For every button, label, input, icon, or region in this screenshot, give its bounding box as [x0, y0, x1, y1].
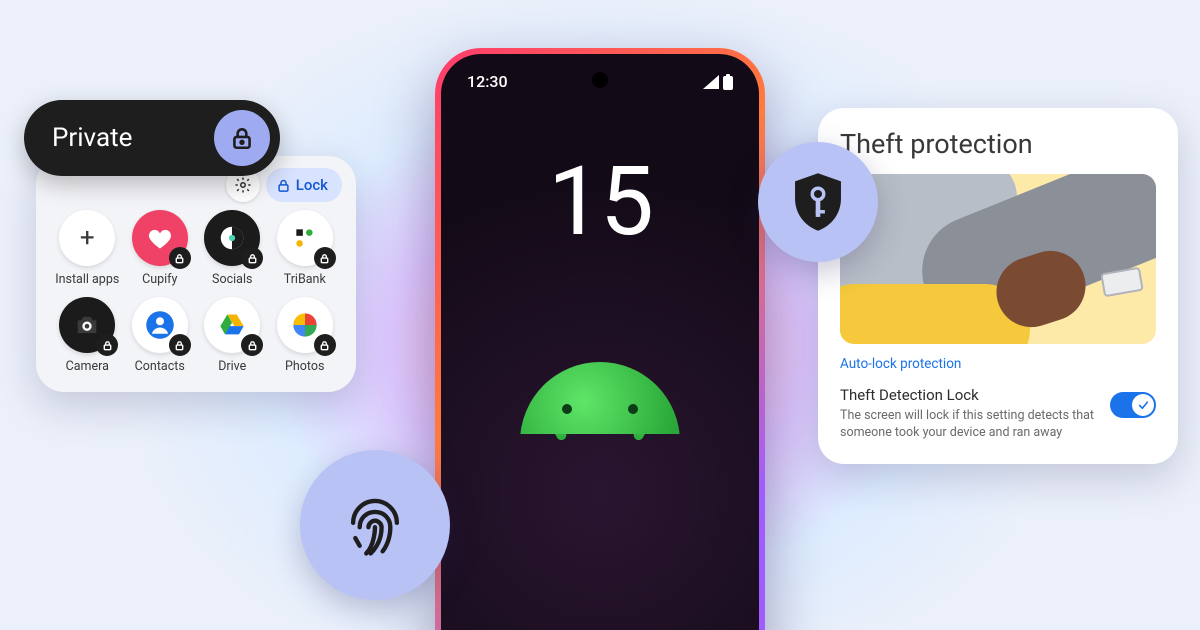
app-label: Drive — [199, 359, 266, 374]
shield-key-icon — [790, 171, 846, 233]
shield-bubble — [758, 142, 878, 262]
app-label: TriBank — [272, 272, 339, 287]
app-install-apps[interactable]: + Install apps — [54, 210, 121, 287]
private-pill[interactable]: Private — [24, 100, 280, 176]
private-pill-label: Private — [52, 123, 132, 153]
status-clock: 12:30 — [467, 72, 508, 91]
private-badge-icon — [241, 247, 263, 269]
app-label: Install apps — [54, 272, 121, 287]
app-photos[interactable]: Photos — [272, 297, 339, 374]
check-icon — [1137, 399, 1150, 412]
private-badge-icon — [241, 334, 263, 356]
tdl-toggle[interactable] — [1110, 392, 1156, 418]
private-badge-icon — [169, 247, 191, 269]
app-label: Camera — [54, 359, 121, 374]
fingerprint-icon — [340, 490, 410, 560]
gear-icon — [234, 176, 252, 194]
app-camera[interactable]: Camera — [54, 297, 121, 374]
android-version-number: 15 — [441, 146, 759, 258]
private-badge-icon — [96, 334, 118, 356]
app-label: Contacts — [127, 359, 194, 374]
app-cupify[interactable]: Cupify — [127, 210, 194, 287]
status-bar: 12:30 — [441, 72, 759, 91]
phone-frame: 12:30 15 — [435, 48, 765, 630]
lock-icon — [276, 178, 291, 193]
private-badge-icon — [314, 247, 336, 269]
lock-icon — [229, 125, 255, 151]
theft-protection-card: Theft protection Auto-lock protection Th… — [818, 108, 1178, 464]
app-socials[interactable]: Socials — [199, 210, 266, 287]
private-lock-chip[interactable]: Lock — [266, 168, 342, 202]
plus-icon: + — [59, 210, 115, 266]
private-badge-icon — [169, 334, 191, 356]
fingerprint-bubble — [300, 450, 450, 600]
tdl-title: Theft Detection Lock — [840, 386, 1096, 404]
app-tribank[interactable]: TriBank — [272, 210, 339, 287]
app-label: Socials — [199, 272, 266, 287]
app-label: Photos — [272, 359, 339, 374]
app-drive[interactable]: Drive — [199, 297, 266, 374]
tdl-description: The screen will lock if this setting det… — [840, 408, 1096, 442]
theft-card-title: Theft protection — [840, 128, 1156, 160]
theft-detection-lock-row: Theft Detection Lock The screen will loc… — [840, 386, 1156, 442]
app-contacts[interactable]: Contacts — [127, 297, 194, 374]
auto-lock-protection-link[interactable]: Auto-lock protection — [840, 356, 1156, 372]
private-app-grid: + Install apps Cupify — [54, 210, 338, 374]
android-robot-head-icon — [520, 422, 680, 522]
private-badge-icon — [314, 334, 336, 356]
private-space-card: Lock + Install apps Cupify — [36, 156, 356, 392]
app-label: Cupify — [127, 272, 194, 287]
battery-icon — [723, 74, 733, 90]
toggle-knob — [1132, 394, 1154, 416]
private-pill-lock-badge — [214, 110, 270, 166]
status-right-cluster — [703, 74, 733, 90]
signal-icon — [703, 75, 719, 89]
phone-screen: 12:30 15 — [441, 54, 759, 630]
theft-illustration — [840, 174, 1156, 344]
private-space-group: Private Lock + Install apps — [36, 100, 376, 392]
lock-chip-label: Lock — [296, 176, 328, 194]
